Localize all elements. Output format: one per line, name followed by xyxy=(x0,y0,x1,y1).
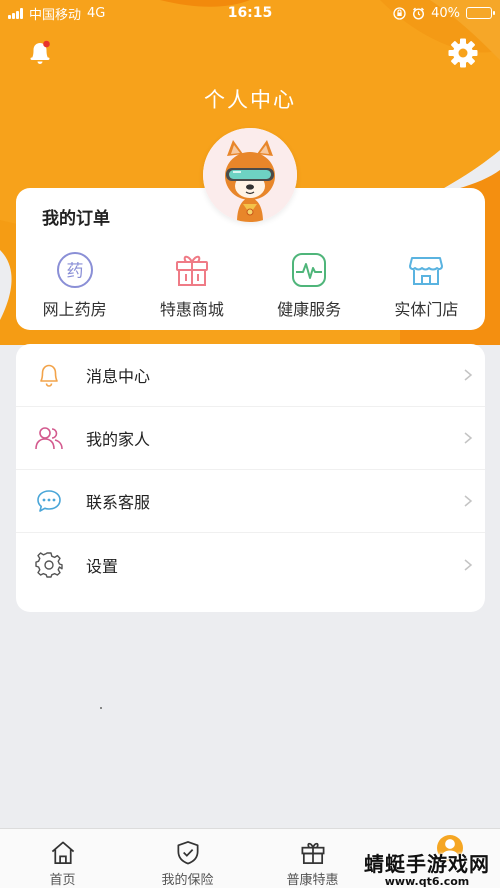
network-type: 4G xyxy=(87,5,106,21)
shiba-dog-avatar-icon xyxy=(203,128,297,222)
gear-icon xyxy=(34,550,64,580)
menu-item-label: 消息中心 xyxy=(86,367,151,386)
physical-store-shortcut[interactable]: 实体门店 xyxy=(371,250,481,320)
order-item-label: 网上药房 xyxy=(42,300,107,319)
menu-item-label: 联系客服 xyxy=(86,493,151,512)
carrier-name: 中国移动 xyxy=(29,7,82,23)
status-bar-left: 中国移动 4G xyxy=(8,4,105,23)
my-orders-title: 我的订单 xyxy=(42,209,110,229)
gear-icon xyxy=(448,38,478,68)
gift-icon xyxy=(175,255,208,286)
settings-gear-button[interactable] xyxy=(446,36,480,70)
health-pulse-icon xyxy=(292,253,327,287)
menu-item-my-family[interactable]: 我的家人 xyxy=(16,407,485,470)
menu-item-message-center[interactable]: 消息中心 xyxy=(16,344,485,407)
bell-icon xyxy=(34,360,64,390)
bell-icon xyxy=(30,40,50,64)
bottom-tab-bar: 首页 我的保险 普康特惠 xyxy=(0,828,500,888)
notification-bell-button[interactable] xyxy=(24,36,56,68)
gift-icon xyxy=(301,842,324,864)
health-service-shortcut[interactable]: 健康服务 xyxy=(254,250,364,320)
order-item-label: 健康服务 xyxy=(277,300,342,319)
pharmacy-icon: 药 xyxy=(56,252,93,288)
chat-icon xyxy=(34,486,64,516)
online-pharmacy-shortcut[interactable]: 药 网上药房 xyxy=(20,250,130,320)
chevron-right-icon xyxy=(464,558,473,571)
svg-text:药: 药 xyxy=(66,262,83,282)
battery-percent: 40% xyxy=(431,5,460,21)
battery-icon xyxy=(466,7,495,19)
tab-profile[interactable] xyxy=(375,829,500,888)
family-icon xyxy=(34,423,64,453)
menu-list-card: 消息中心 我的家人 联系客服 设置 xyxy=(16,344,485,612)
status-bar: 中国移动 4G 16:15 40% xyxy=(0,0,500,26)
user-icon xyxy=(437,835,463,861)
alarm-icon xyxy=(413,7,425,20)
tab-label: 首页 xyxy=(49,873,76,888)
shield-icon xyxy=(176,841,199,865)
menu-item-settings[interactable]: 设置 xyxy=(16,533,485,596)
chevron-right-icon xyxy=(464,495,473,507)
stray-dot xyxy=(100,707,102,709)
tab-pukang-deals[interactable]: 普康特惠 xyxy=(250,829,375,888)
avatar[interactable] xyxy=(203,128,297,222)
tab-my-insurance[interactable]: 我的保险 xyxy=(125,829,250,888)
chevron-right-icon xyxy=(464,369,473,381)
tab-label: 我的保险 xyxy=(161,873,214,888)
store-icon xyxy=(409,257,444,285)
rotation-lock-icon xyxy=(393,6,406,20)
order-item-label: 特惠商城 xyxy=(159,300,224,319)
menu-item-label: 设置 xyxy=(86,556,119,576)
home-icon xyxy=(51,841,74,864)
signal-icon xyxy=(8,7,23,19)
order-item-label: 实体门店 xyxy=(394,300,459,319)
menu-item-customer-service[interactable]: 联系客服 xyxy=(16,470,485,533)
menu-item-label: 我的家人 xyxy=(86,430,151,449)
tab-label: 普康特惠 xyxy=(286,873,339,888)
tab-home[interactable]: 首页 xyxy=(0,829,125,888)
discount-mall-shortcut[interactable]: 特惠商城 xyxy=(137,250,247,320)
chevron-right-icon xyxy=(464,432,473,444)
page-title: 个人中心 xyxy=(204,88,296,112)
status-bar-right: 40% xyxy=(393,5,495,21)
orders-shortcut-row: 药 网上药房 特惠商城 健康服务 实体门店 xyxy=(16,250,485,320)
